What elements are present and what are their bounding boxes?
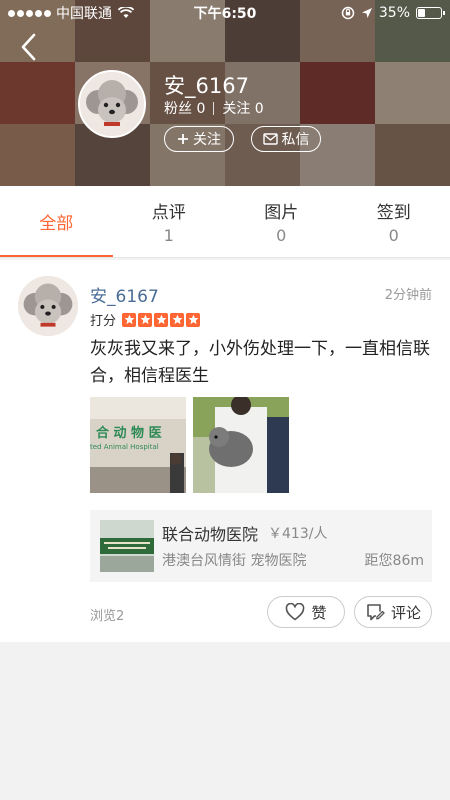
review-text: 灰灰我又来了，小外伤处理一下，一直相信联合，相信程医生 <box>90 339 430 386</box>
tab-photos-count: 0 <box>276 226 287 245</box>
message-button-label: 私信 <box>281 132 310 148</box>
profile-username: 安_6167 <box>164 74 249 98</box>
following-count[interactable]: 关注 0 <box>222 98 263 118</box>
comment-button[interactable]: 评论 <box>354 596 432 628</box>
rating-stars <box>122 312 201 327</box>
profile-tabs: 全部 点评 1 图片 0 签到 0 <box>0 186 450 258</box>
clinic-sign-english: ted Animal Hospital <box>90 443 159 451</box>
status-bar: 中国联通 下午6:50 35% <box>0 0 450 26</box>
review-card: 安_6167 2分钟前 打分 灰灰我又来了，小外伤处理一下，一直相信联合，相信程… <box>0 260 450 642</box>
like-button[interactable]: 赞 <box>267 596 345 628</box>
fans-count[interactable]: 粉丝 0 <box>164 98 205 118</box>
review-photo-1[interactable]: 合 动 物 医 ted Animal Hospital <box>90 397 186 493</box>
tab-reviews[interactable]: 点评 1 <box>113 186 226 257</box>
tab-reviews-label: 点评 <box>151 203 186 223</box>
profile-header: 中国联通 下午6:50 35% 安_6167 粉丝 0 关注 0 关注 私信 <box>0 0 450 186</box>
tab-photos[interactable]: 图片 0 <box>225 186 338 257</box>
view-count: 浏览2 <box>90 609 125 624</box>
comment-edit-icon <box>367 604 385 621</box>
shop-card[interactable]: 联合动物医院 ￥413/人 港澳台风情街 宠物医院 距您86m <box>90 510 432 582</box>
tab-photos-label: 图片 <box>264 203 299 223</box>
post-time: 2分钟前 <box>384 288 432 303</box>
battery-icon <box>416 7 445 19</box>
shop-name: 联合动物医院 <box>162 525 259 544</box>
tab-reviews-count: 1 <box>163 226 174 245</box>
author-avatar[interactable] <box>18 276 78 336</box>
shop-price: ￥413/人 <box>268 526 328 542</box>
stats-divider <box>213 101 215 115</box>
like-button-label: 赞 <box>311 603 327 622</box>
rating-star-icon <box>170 312 185 327</box>
heart-icon <box>286 603 305 621</box>
shop-thumbnail <box>100 520 154 572</box>
rating-star-icon <box>138 312 153 327</box>
comment-button-label: 评论 <box>390 603 421 622</box>
message-button[interactable]: 私信 <box>251 126 321 152</box>
profile-stats: 粉丝 0 关注 0 <box>164 98 264 118</box>
rating-row: 打分 <box>90 310 201 329</box>
poodle-avatar-image <box>80 72 144 136</box>
poodle-avatar-image <box>18 276 78 336</box>
author-name[interactable]: 安_6167 <box>90 282 159 307</box>
profile-avatar[interactable] <box>78 70 146 138</box>
envelope-icon <box>262 133 278 145</box>
rating-star-icon <box>186 312 201 327</box>
plus-icon <box>178 134 188 144</box>
follow-button[interactable]: 关注 <box>164 126 234 152</box>
tab-all-label: 全部 <box>39 214 74 234</box>
shop-address: 港澳台风情街 宠物医院 <box>162 553 307 569</box>
back-button[interactable] <box>14 30 44 64</box>
rating-star-icon <box>154 312 169 327</box>
rating-star-icon <box>122 312 137 327</box>
status-time: 下午6:50 <box>193 6 257 22</box>
tab-checkins-count: 0 <box>388 226 399 245</box>
rating-label: 打分 <box>90 314 117 329</box>
tab-all[interactable]: 全部 <box>0 186 113 257</box>
follow-button-label: 关注 <box>193 132 221 148</box>
tab-checkins-label: 签到 <box>376 203 411 223</box>
shop-distance: 距您86m <box>364 553 424 569</box>
review-photo-2[interactable] <box>193 397 289 493</box>
tab-checkins[interactable]: 签到 0 <box>338 186 450 257</box>
clinic-sign-text: 合 动 物 医 <box>96 425 162 441</box>
